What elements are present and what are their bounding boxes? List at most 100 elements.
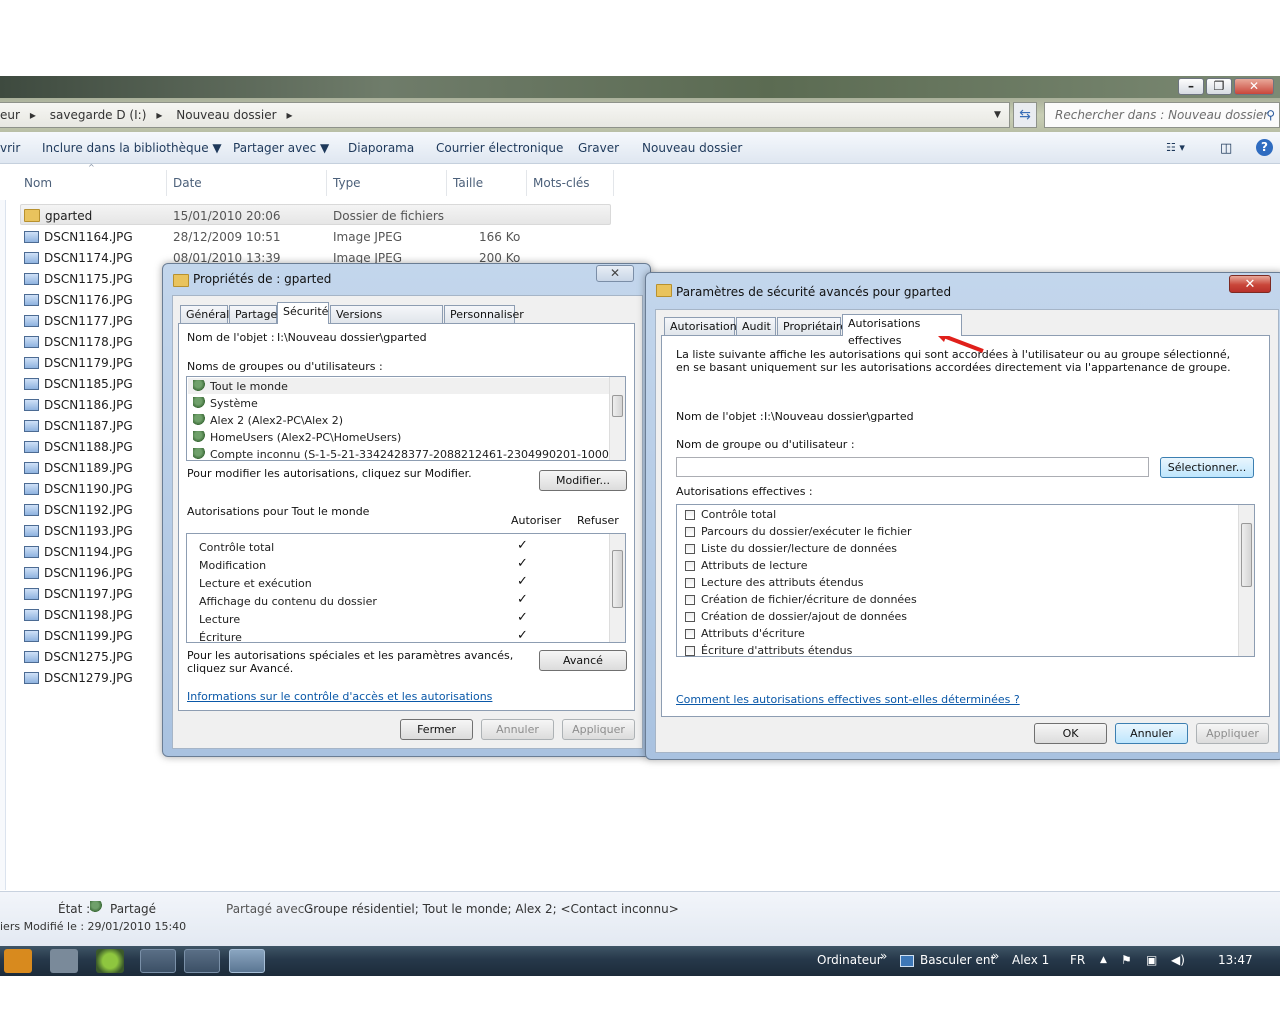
apply-button[interactable]: Appliquer (562, 719, 635, 740)
breadcrumb-item[interactable]: Nouveau dossier (176, 108, 276, 122)
list-item[interactable]: Tout le monde (193, 380, 288, 393)
email-button[interactable]: Courrier électronique (436, 141, 563, 155)
media-player-icon[interactable] (4, 949, 32, 973)
share-with-menu[interactable]: Partager avec ▼ (233, 141, 329, 155)
browser-icon[interactable] (140, 949, 176, 973)
toolbar-computer[interactable]: Ordinateur (817, 953, 882, 967)
effective-permissions-link[interactable]: Comment les autorisations effectives son… (676, 693, 1020, 706)
scrollbar[interactable] (609, 377, 625, 460)
slideshow-button[interactable]: Diaporama (348, 141, 414, 155)
table-row[interactable]: DSCN1187.JPG (24, 419, 133, 433)
table-row[interactable]: DSCN1176.JPG (24, 293, 133, 307)
groups-list[interactable]: Tout le monde Système Alex 2 (Alex2-PC\A… (186, 376, 626, 461)
table-row[interactable]: DSCN1199.JPG (24, 629, 133, 643)
tab-previous-versions[interactable]: Versions précédentes (330, 305, 443, 338)
group-name-field[interactable] (676, 457, 1149, 477)
table-row[interactable]: DSCN1178.JPG (24, 335, 133, 349)
toolbar-switch[interactable]: Basculer ent (920, 953, 995, 967)
close-button[interactable]: ✕ (1234, 78, 1274, 95)
tab-sharing[interactable]: Partage (229, 305, 277, 324)
col-type[interactable]: Type (333, 176, 361, 190)
volume-icon[interactable]: ◀) (1171, 953, 1185, 967)
tab-general[interactable]: Général (180, 305, 229, 324)
table-row[interactable]: DSCN1198.JPG (24, 608, 133, 622)
advanced-button[interactable]: Avancé (539, 650, 627, 671)
table-row[interactable]: DSCN1188.JPG (24, 440, 133, 454)
table-row-selected[interactable] (20, 204, 611, 225)
table-row[interactable]: DSCN1275.JPG (24, 650, 133, 664)
table-row[interactable]: DSCN1186.JPG (24, 398, 133, 412)
games-icon[interactable] (184, 949, 220, 973)
app-icon[interactable] (96, 949, 124, 973)
col-name[interactable]: Nom (24, 176, 52, 190)
refresh-icon[interactable]: ⇆ (1013, 102, 1037, 128)
breadcrumb-item[interactable]: savegarde D (I:) (50, 108, 147, 122)
table-row[interactable]: DSCN1175.JPG (24, 272, 133, 286)
permissions-list[interactable]: Contrôle total Modification Lecture et e… (186, 533, 626, 643)
table-row[interactable]: DSCN1189.JPG (24, 461, 133, 475)
table-row[interactable]: DSCN1190.JPG (24, 482, 133, 496)
preview-pane-icon[interactable]: ◫ (1220, 141, 1232, 156)
col-date[interactable]: Date (173, 176, 202, 190)
table-row[interactable]: DSCN1194.JPG (24, 545, 133, 559)
breadcrumb-item[interactable]: eur (0, 108, 20, 122)
scrollbar[interactable] (1238, 505, 1254, 656)
document-icon[interactable] (50, 949, 78, 973)
col-tags[interactable]: Mots-clés (533, 176, 590, 190)
tab-effective-permissions[interactable]: Autorisations effectives (842, 314, 962, 347)
minimize-button[interactable]: – (1178, 78, 1204, 95)
clock[interactable]: 13:47 (1218, 953, 1253, 967)
close-button[interactable]: Fermer (400, 719, 473, 740)
table-row[interactable]: gparted (24, 209, 92, 223)
list-item[interactable]: Compte inconnu (S-1-5-21-3342428377-2088… (193, 448, 613, 460)
table-row[interactable]: DSCN1179.JPG (24, 356, 133, 370)
tab-owner[interactable]: Propriétaire (777, 317, 847, 336)
close-icon[interactable]: ✕ (1229, 275, 1271, 293)
table-row[interactable]: DSCN1174.JPG (24, 251, 133, 265)
table-row[interactable]: DSCN1196.JPG (24, 566, 133, 580)
chevron-right-icon[interactable]: ▸ (156, 108, 162, 122)
language-indicator[interactable]: FR (1070, 953, 1085, 967)
ok-button[interactable]: OK (1034, 723, 1107, 744)
chevron-icon[interactable]: » (880, 949, 887, 963)
tab-security[interactable]: Sécurité (277, 302, 329, 324)
explorer-taskbar-icon[interactable] (229, 949, 265, 973)
open-menu[interactable]: vrir (0, 141, 20, 155)
maximize-button[interactable]: ❐ (1206, 78, 1232, 95)
action-center-flag-icon[interactable]: ⚑ (1121, 953, 1132, 967)
user-toolbar[interactable]: Alex 1 (1012, 953, 1049, 967)
cancel-button[interactable]: Annuler (1115, 723, 1188, 744)
tab-customize[interactable]: Personnaliser (444, 305, 524, 324)
select-button[interactable]: Sélectionner... (1160, 457, 1254, 478)
network-icon[interactable]: ▣ (1146, 953, 1157, 967)
search-icon[interactable]: ⚲ (1266, 103, 1275, 127)
effective-permissions-list[interactable]: Contrôle total Parcours du dossier/exécu… (676, 504, 1255, 657)
table-row[interactable]: DSCN1193.JPG (24, 524, 133, 538)
include-library-menu[interactable]: Inclure dans la bibliothèque ▼ (42, 141, 222, 155)
chevron-icon[interactable]: » (992, 949, 999, 963)
table-row[interactable]: DSCN1177.JPG (24, 314, 133, 328)
new-folder-button[interactable]: Nouveau dossier (642, 141, 742, 155)
apply-button[interactable]: Appliquer (1196, 723, 1269, 744)
list-item[interactable]: Alex 2 (Alex2-PC\Alex 2) (193, 414, 343, 427)
table-row[interactable]: DSCN1279.JPG (24, 671, 133, 685)
modify-button[interactable]: Modifier... (539, 470, 627, 491)
chevron-right-icon[interactable]: ▸ (287, 108, 293, 122)
col-size[interactable]: Taille (453, 176, 483, 190)
scrollbar[interactable] (609, 534, 625, 642)
table-row[interactable]: DSCN1164.JPG (24, 230, 133, 244)
close-icon[interactable]: ✕ (596, 265, 634, 282)
chevron-right-icon[interactable]: ▸ (30, 108, 36, 122)
list-item[interactable]: Système (193, 397, 258, 410)
address-bar[interactable]: eur ▸ savegarde D (I:) ▸ Nouveau dossier ▸ … (0, 102, 1010, 128)
help-icon[interactable]: ? (1256, 139, 1273, 156)
cancel-button[interactable]: Annuler (481, 719, 554, 740)
view-options-icon[interactable]: ☷ ▾ (1166, 141, 1185, 154)
table-row[interactable]: DSCN1185.JPG (24, 377, 133, 391)
list-item[interactable]: HomeUsers (Alex2-PC\HomeUsers) (193, 431, 401, 444)
tab-permissions[interactable]: Autorisations (664, 317, 742, 336)
show-hidden-icons-icon[interactable]: ▲ (1100, 955, 1107, 965)
tab-audit[interactable]: Audit (736, 317, 776, 336)
table-row[interactable]: DSCN1192.JPG (24, 503, 133, 517)
table-row[interactable]: DSCN1197.JPG (24, 587, 133, 601)
